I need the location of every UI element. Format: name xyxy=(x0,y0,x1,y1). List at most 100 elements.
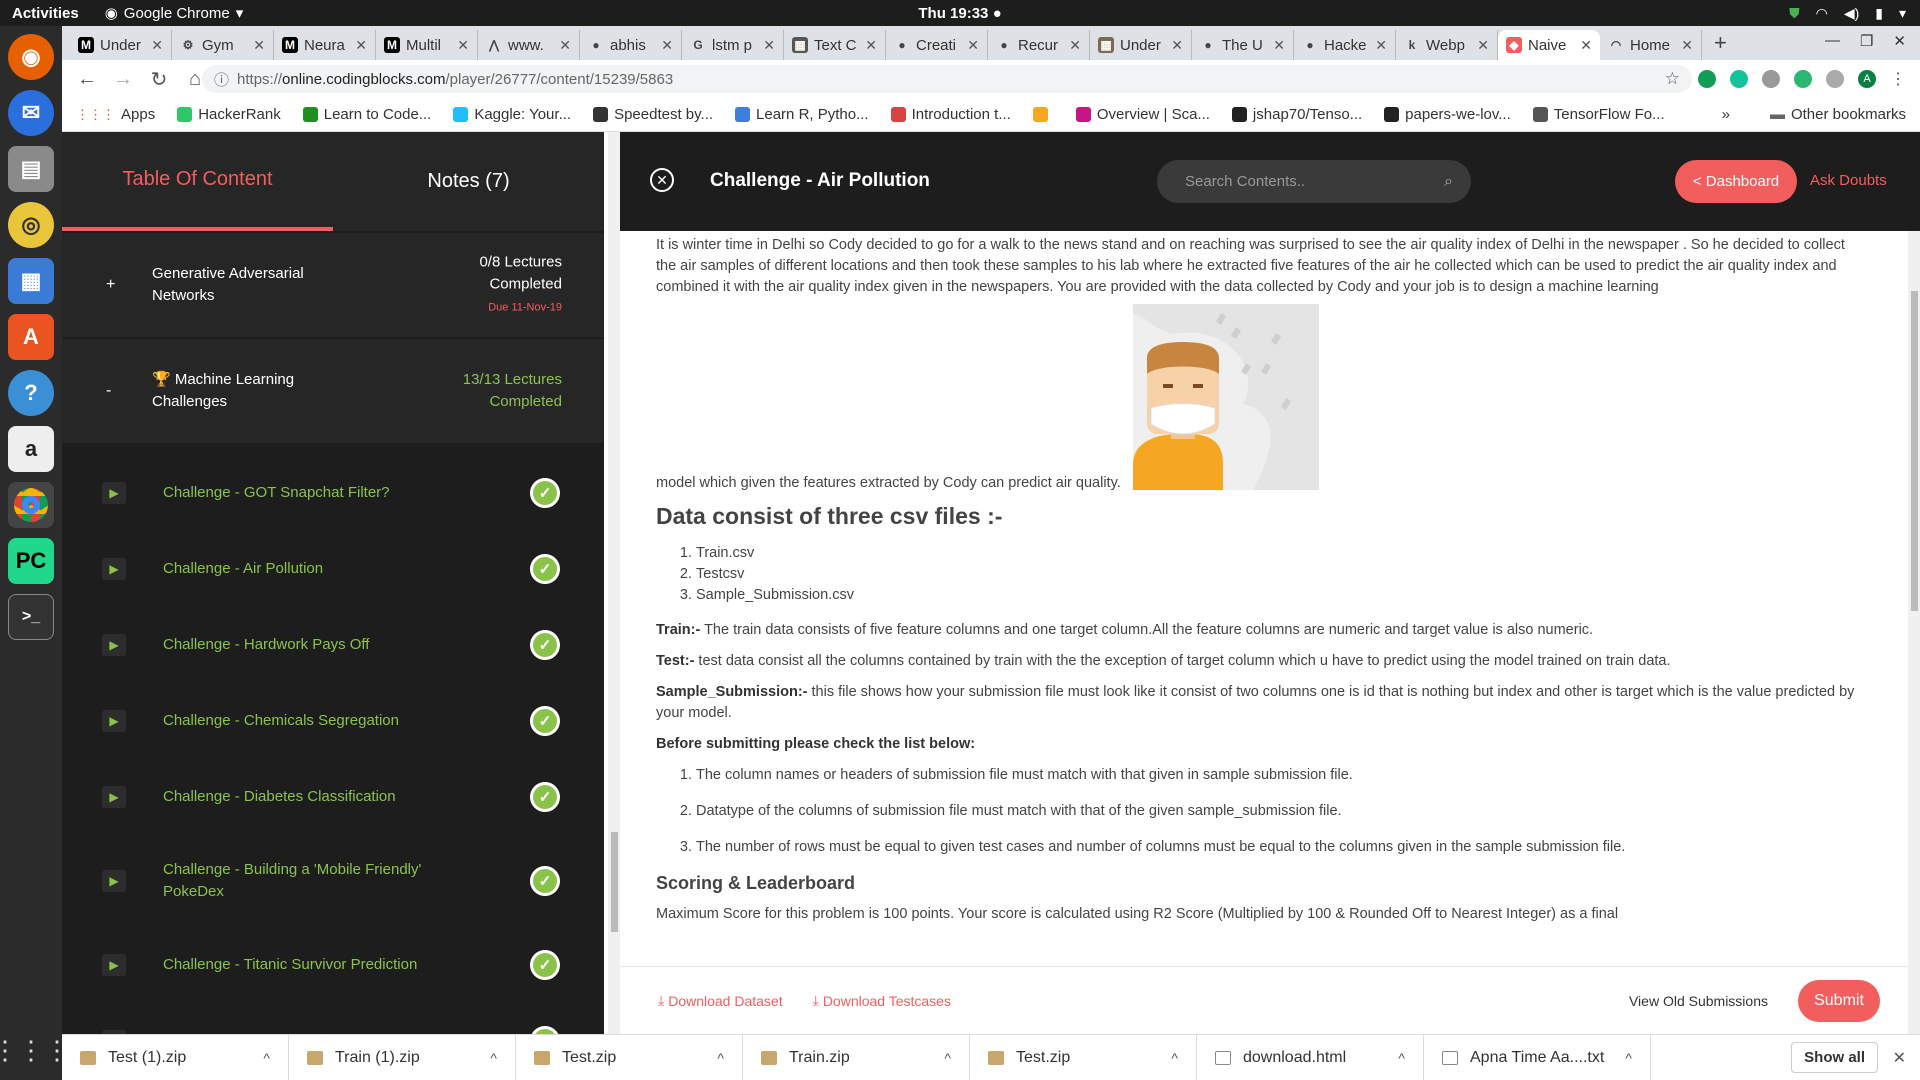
close-tab-icon[interactable]: ✕ xyxy=(1580,37,1592,54)
browser-tab[interactable]: Glstm p ✕ xyxy=(682,30,784,60)
thunderbird-icon[interactable]: ✉ xyxy=(8,90,54,136)
pycharm-icon[interactable]: PC xyxy=(8,538,54,584)
view-old-submissions-link[interactable]: View Old Submissions xyxy=(1629,993,1768,1009)
download-item[interactable]: Test.zip ^ xyxy=(970,1034,1197,1080)
extension-icon[interactable] xyxy=(1762,70,1780,88)
scrollbar-thumb[interactable] xyxy=(1911,291,1918,611)
close-tab-icon[interactable]: ✕ xyxy=(865,37,877,54)
download-item[interactable]: Apna Time Aa....txt ^ xyxy=(1424,1034,1651,1080)
lecture-item[interactable]: ▶ Challenge - Diabetes Classification ✓ xyxy=(62,759,604,835)
software-icon[interactable]: A xyxy=(8,314,54,360)
section-machine-learning-challenges[interactable]: - 🏆 Machine Learning Challenges 13/13 Le… xyxy=(62,337,604,443)
terminal-icon[interactable]: >_ xyxy=(8,594,54,640)
extension-icon[interactable] xyxy=(1794,70,1812,88)
new-tab-button[interactable]: + xyxy=(1714,30,1727,56)
browser-tab[interactable]: M Neura ✕ xyxy=(274,30,376,60)
rhythmbox-icon[interactable]: ◎ xyxy=(8,202,54,248)
browser-tab[interactable]: ● The U ✕ xyxy=(1192,30,1294,60)
close-tab-icon[interactable]: ✕ xyxy=(457,37,469,54)
bookmark-item[interactable]: Overview | Sca... xyxy=(1075,106,1210,123)
chevron-up-icon[interactable]: ^ xyxy=(490,1050,497,1066)
chevron-up-icon[interactable]: ^ xyxy=(1398,1050,1405,1066)
lecture-item[interactable]: ▶ Challenge - Hardwork Pays Off ✓ xyxy=(62,607,604,683)
browser-tab[interactable]: ● abhis ✕ xyxy=(580,30,682,60)
browser-tab[interactable]: ▦ Under ✕ xyxy=(1090,30,1192,60)
close-icon[interactable]: ✕ xyxy=(1893,32,1906,50)
download-item[interactable]: download.html ^ xyxy=(1197,1034,1424,1080)
ask-doubts-link[interactable]: Ask Doubts xyxy=(1810,172,1887,189)
lecture-item[interactable]: ▶ Challenge - Air Pollution ✓ xyxy=(62,531,604,607)
close-tab-icon[interactable]: ✕ xyxy=(1375,37,1387,54)
chevron-up-icon[interactable]: ^ xyxy=(1171,1050,1178,1066)
bookmark-item[interactable]: TensorFlow Fo... xyxy=(1532,106,1665,123)
bookmark-item[interactable] xyxy=(1032,107,1054,122)
bookmark-item[interactable]: Learn R, Pytho... xyxy=(735,106,869,123)
close-icon[interactable]: ✕ xyxy=(650,168,674,192)
browser-tab[interactable]: ● Recur ✕ xyxy=(988,30,1090,60)
chevron-up-icon[interactable]: ^ xyxy=(944,1050,951,1066)
search-input[interactable]: Search Contents.. ⌕ xyxy=(1157,160,1471,203)
search-icon[interactable]: ⌕ xyxy=(1444,173,1453,191)
download-item[interactable]: Test (1).zip ^ xyxy=(62,1034,289,1080)
profile-avatar[interactable]: A xyxy=(1858,70,1876,88)
app-menu[interactable]: ◉ Google Chrome ▾ xyxy=(105,4,244,23)
close-tab-icon[interactable]: ✕ xyxy=(151,37,163,54)
browser-tab[interactable]: M Multil ✕ xyxy=(376,30,478,60)
close-tab-icon[interactable]: ✕ xyxy=(253,37,265,54)
content-scrollbar[interactable] xyxy=(1908,231,1920,1034)
lecture-item[interactable]: ▶ Challenge - Titanic Survivor Prediction… xyxy=(62,927,604,1003)
close-tab-icon[interactable]: ✕ xyxy=(355,37,367,54)
address-bar[interactable]: ⓘ https://online.codingblocks.com/player… xyxy=(202,65,1692,93)
lecture-item[interactable]: ▶ Challenge - GOT Snapchat Filter? ✓ xyxy=(62,455,604,531)
browser-tab[interactable]: ⚙ Gym ✕ xyxy=(172,30,274,60)
amazon-icon[interactable]: a xyxy=(8,426,54,472)
close-tab-icon[interactable]: ✕ xyxy=(967,37,979,54)
bookmark-star-icon[interactable]: ☆ xyxy=(1665,69,1680,89)
tab-notes[interactable]: Notes (7) xyxy=(333,132,604,231)
close-tab-icon[interactable]: ✕ xyxy=(1273,37,1285,54)
download-testcases-button[interactable]: ⤓ Download Testcases xyxy=(813,992,951,1009)
close-tab-icon[interactable]: ✕ xyxy=(763,37,775,54)
browser-tab[interactable]: ⋀ www. ✕ xyxy=(478,30,580,60)
section-generative-adversarial-networks[interactable]: + Generative Adversarial Networks 0/8 Le… xyxy=(62,231,604,337)
writer-icon[interactable]: ▦ xyxy=(8,258,54,304)
browser-tab[interactable]: ▦ Text C ✕ xyxy=(784,30,886,60)
browser-tab[interactable]: ● Hacke ✕ xyxy=(1294,30,1396,60)
bookmark-item[interactable]: Introduction t... xyxy=(890,106,1011,123)
browser-tab[interactable]: ◠ Home ✕ xyxy=(1600,30,1702,60)
app-grid-icon[interactable]: ⋮⋮⋮ xyxy=(0,1035,70,1066)
chrome-icon[interactable] xyxy=(8,482,54,528)
files-icon[interactable]: ▤ xyxy=(8,146,54,192)
bookmark-item[interactable]: jshap70/Tenso... xyxy=(1231,106,1362,123)
lecture-item[interactable]: ▶ Challenge - Building a 'Mobile Friendly… xyxy=(62,835,604,927)
close-tab-icon[interactable]: ✕ xyxy=(1477,37,1489,54)
bookmark-item[interactable]: ⋮⋮⋮ Apps xyxy=(76,106,155,123)
close-tab-icon[interactable]: ✕ xyxy=(1069,37,1081,54)
bookmark-item[interactable]: Speedtest by... xyxy=(593,106,713,123)
show-all-downloads-button[interactable]: Show all xyxy=(1791,1042,1878,1073)
extension-icon[interactable] xyxy=(1826,70,1844,88)
reload-icon[interactable]: ↻ xyxy=(148,67,170,92)
menu-icon[interactable]: ⋮ xyxy=(1890,69,1906,89)
firefox-icon[interactable]: ◉ xyxy=(8,34,54,80)
chevron-up-icon[interactable]: ^ xyxy=(717,1050,724,1066)
bookmark-item[interactable]: Learn to Code... xyxy=(302,106,431,123)
download-item[interactable]: Test.zip ^ xyxy=(516,1034,743,1080)
other-bookmarks[interactable]: ▬ Other bookmarks xyxy=(1770,106,1906,123)
forward-icon[interactable]: → xyxy=(112,68,134,91)
close-icon[interactable]: ✕ xyxy=(1893,1048,1906,1068)
lecture-item[interactable]: ▶Challenge - Classify Point✓ xyxy=(62,1003,604,1034)
close-tab-icon[interactable]: ✕ xyxy=(1681,37,1693,54)
close-tab-icon[interactable]: ✕ xyxy=(1171,37,1183,54)
extension-icon[interactable] xyxy=(1698,70,1716,88)
download-item[interactable]: Train.zip ^ xyxy=(743,1034,970,1080)
lecture-item[interactable]: ▶ Challenge - Chemicals Segregation ✓ xyxy=(62,683,604,759)
chevron-up-icon[interactable]: ^ xyxy=(1625,1050,1632,1066)
close-tab-icon[interactable]: ✕ xyxy=(661,37,673,54)
tab-table-of-content[interactable]: Table Of Content xyxy=(62,132,333,231)
browser-tab[interactable]: ◆ Naive ✕ xyxy=(1498,30,1600,60)
bookmark-item[interactable]: Kaggle: Your... xyxy=(453,106,571,123)
browser-tab[interactable]: M Under ✕ xyxy=(70,30,172,60)
maximize-icon[interactable]: ❐ xyxy=(1860,32,1873,50)
download-dataset-button[interactable]: ⤓ Download Dataset xyxy=(658,992,783,1009)
